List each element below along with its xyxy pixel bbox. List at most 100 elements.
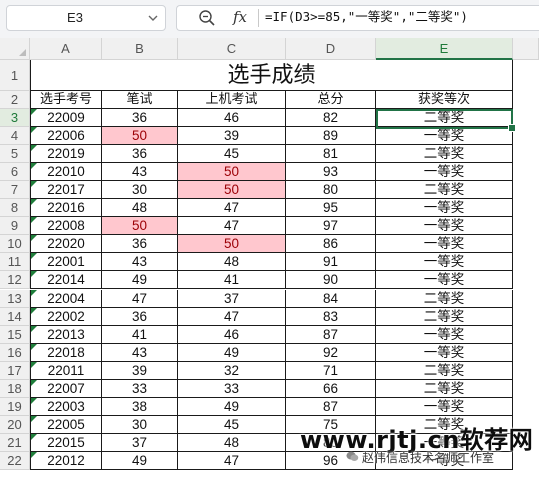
table-cell[interactable]: 一等奖 — [376, 217, 513, 236]
table-cell[interactable]: 45 — [178, 415, 286, 434]
table-cell[interactable]: 33 — [178, 379, 286, 398]
row-header-12[interactable]: 12 — [0, 271, 30, 290]
row-header-4[interactable]: 4 — [0, 127, 30, 146]
table-cell[interactable]: 49 — [102, 451, 178, 470]
table-cell[interactable]: 二等奖 — [376, 181, 513, 200]
row-header-10[interactable]: 10 — [0, 235, 30, 254]
table-cell[interactable]: 41 — [102, 325, 178, 344]
row-header-18[interactable]: 18 — [0, 379, 30, 398]
table-cell[interactable]: 50 — [102, 217, 178, 236]
table-cell[interactable]: 43 — [102, 253, 178, 272]
table-cell[interactable]: 90 — [286, 271, 376, 290]
row-header-8[interactable]: 8 — [0, 199, 30, 218]
row-header-21[interactable]: 21 — [0, 433, 30, 452]
table-cell[interactable]: 36 — [102, 307, 178, 326]
table-cell[interactable]: 48 — [102, 199, 178, 218]
table-cell[interactable]: 22013 — [30, 325, 102, 344]
table-cell[interactable]: 43 — [102, 343, 178, 362]
row-header-6[interactable]: 6 — [0, 163, 30, 182]
column-header-b[interactable]: B — [102, 38, 178, 60]
sheet-title[interactable]: 选手成绩 — [30, 60, 513, 91]
row-header-17[interactable]: 17 — [0, 361, 30, 380]
table-cell[interactable]: 二等奖 — [376, 307, 513, 326]
table-cell[interactable]: 49 — [178, 343, 286, 362]
name-box[interactable]: E3 — [6, 5, 166, 31]
table-cell[interactable]: 38 — [102, 397, 178, 416]
table-cell[interactable]: 84 — [286, 289, 376, 308]
table-cell[interactable]: 一等奖 — [376, 343, 513, 362]
table-cell[interactable]: 22016 — [30, 199, 102, 218]
column-header-a[interactable]: A — [30, 38, 102, 60]
table-cell[interactable]: 22012 — [30, 451, 102, 470]
table-cell[interactable]: 36 — [102, 145, 178, 164]
table-cell[interactable]: 22017 — [30, 181, 102, 200]
row-header-22[interactable]: 22 — [0, 451, 30, 470]
row-header-9[interactable]: 9 — [0, 217, 30, 236]
row-header-15[interactable]: 15 — [0, 325, 30, 344]
column-header-d[interactable]: D — [286, 38, 376, 60]
table-cell[interactable]: 47 — [178, 307, 286, 326]
table-cell[interactable]: 93 — [286, 163, 376, 182]
table-cell[interactable]: 一等奖 — [376, 325, 513, 344]
table-cell[interactable]: 91 — [286, 253, 376, 272]
table-cell[interactable]: 22009 — [30, 109, 102, 128]
chevron-down-icon[interactable] — [147, 12, 159, 24]
table-cell[interactable]: 一等奖 — [376, 127, 513, 146]
select-all-corner[interactable] — [0, 38, 30, 60]
table-cell[interactable]: 一等奖 — [376, 199, 513, 218]
table-cell[interactable]: 49 — [102, 271, 178, 290]
formula-text[interactable]: =IF(D3>=85,"一等奖","二等奖") — [265, 5, 468, 31]
row-header-13[interactable]: 13 — [0, 289, 30, 308]
table-cell[interactable]: 一等奖 — [376, 163, 513, 182]
table-cell[interactable]: 二等奖 — [376, 361, 513, 380]
header-cell-1[interactable]: 笔试 — [102, 91, 178, 109]
table-cell[interactable]: 一等奖 — [376, 235, 513, 254]
table-cell[interactable]: 83 — [286, 307, 376, 326]
fill-handle[interactable] — [508, 124, 516, 132]
table-cell[interactable]: 22018 — [30, 343, 102, 362]
header-cell-2[interactable]: 上机考试 — [178, 91, 286, 109]
table-cell[interactable]: 49 — [178, 397, 286, 416]
table-cell[interactable]: 45 — [178, 145, 286, 164]
column-header-c[interactable]: C — [178, 38, 286, 60]
table-cell[interactable]: 22015 — [30, 433, 102, 452]
row-header-3[interactable]: 3 — [0, 109, 30, 128]
table-cell[interactable]: 47 — [178, 451, 286, 470]
table-cell[interactable]: 87 — [286, 397, 376, 416]
table-cell[interactable]: 22019 — [30, 145, 102, 164]
table-cell[interactable]: 89 — [286, 127, 376, 146]
table-cell[interactable]: 二等奖 — [376, 379, 513, 398]
table-cell[interactable]: 22003 — [30, 397, 102, 416]
table-cell[interactable]: 41 — [178, 271, 286, 290]
table-cell[interactable]: 39 — [178, 127, 286, 146]
row-header-19[interactable]: 19 — [0, 397, 30, 416]
table-cell[interactable]: 97 — [286, 217, 376, 236]
row-header-16[interactable]: 16 — [0, 343, 30, 362]
table-cell[interactable]: 47 — [178, 217, 286, 236]
table-cell[interactable]: 一等奖 — [376, 397, 513, 416]
table-cell[interactable]: 36 — [102, 109, 178, 128]
row-header-11[interactable]: 11 — [0, 253, 30, 272]
table-cell[interactable]: 30 — [102, 181, 178, 200]
table-cell[interactable]: 80 — [286, 181, 376, 200]
row-header-1[interactable]: 1 — [0, 60, 30, 91]
table-cell[interactable]: 48 — [178, 253, 286, 272]
table-cell[interactable]: 22006 — [30, 127, 102, 146]
table-cell[interactable]: 36 — [102, 235, 178, 254]
table-cell[interactable]: 22020 — [30, 235, 102, 254]
table-cell[interactable]: 46 — [178, 325, 286, 344]
header-cell-4[interactable]: 获奖等次 — [376, 91, 513, 109]
table-cell[interactable]: 50 — [178, 163, 286, 182]
table-cell[interactable]: 22014 — [30, 271, 102, 290]
column-header-e[interactable]: E — [376, 38, 513, 60]
table-cell[interactable]: 37 — [178, 289, 286, 308]
table-cell[interactable]: 87 — [286, 325, 376, 344]
table-cell[interactable]: 二等奖 — [376, 289, 513, 308]
table-cell[interactable]: 32 — [178, 361, 286, 380]
table-cell[interactable]: 46 — [178, 109, 286, 128]
table-cell[interactable]: 71 — [286, 361, 376, 380]
table-cell[interactable]: 50 — [102, 127, 178, 146]
column-header-overflow[interactable] — [513, 38, 539, 60]
table-cell[interactable]: 22011 — [30, 361, 102, 380]
function-icon[interactable]: fx — [229, 6, 251, 28]
